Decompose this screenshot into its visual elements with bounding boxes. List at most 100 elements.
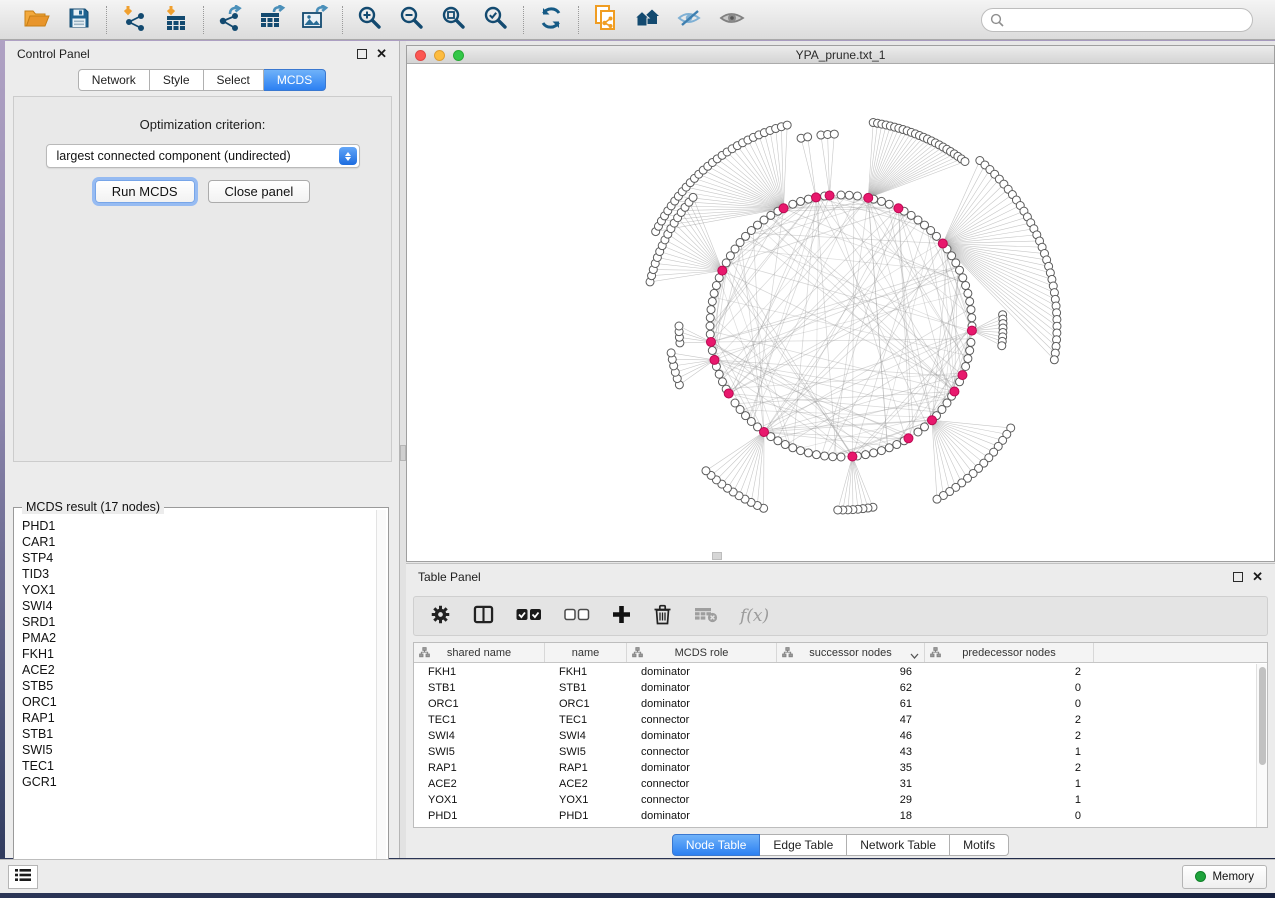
run-mcds-button[interactable]: Run MCDS [95, 180, 195, 203]
task-history-button[interactable] [8, 865, 38, 889]
mcds-result-item[interactable]: STP4 [16, 550, 376, 566]
cell-name: YOX1 [545, 792, 627, 808]
cell-filler [1094, 744, 1256, 760]
zoom-in-button[interactable] [356, 6, 384, 34]
mcds-result-item[interactable]: ORC1 [16, 694, 376, 710]
hierarchy-icon [632, 647, 643, 661]
mcds-result-item[interactable]: ACE2 [16, 662, 376, 678]
tab-network[interactable]: Network [78, 69, 150, 91]
cell-filler [1094, 728, 1256, 744]
tab-select[interactable]: Select [204, 69, 264, 91]
column-header-predecessor-nodes[interactable]: predecessor nodes [925, 643, 1094, 662]
close-panel-button[interactable]: Close panel [208, 180, 311, 203]
mcds-result-item[interactable]: SWI5 [16, 742, 376, 758]
mcds-result-item[interactable]: PMA2 [16, 630, 376, 646]
select-all-button[interactable] [516, 608, 542, 624]
close-window-icon[interactable] [415, 50, 426, 61]
mcds-result-item[interactable]: FKH1 [16, 646, 376, 662]
mcds-result-item[interactable]: CAR1 [16, 534, 376, 550]
mcds-result-item[interactable]: SWI4 [16, 598, 376, 614]
cell-filler [1094, 696, 1256, 712]
export-image-button[interactable] [301, 6, 329, 34]
import-network-button[interactable] [120, 6, 148, 34]
clone-network-button[interactable] [592, 6, 620, 34]
close-panel-icon[interactable]: ✕ [376, 49, 387, 59]
memory-status-icon [1195, 871, 1206, 882]
tab-style[interactable]: Style [150, 69, 204, 91]
delete-table-button[interactable] [694, 606, 718, 626]
table-mode-button[interactable] [430, 604, 451, 628]
close-panel-icon[interactable]: ✕ [1252, 572, 1263, 582]
tab-mcds[interactable]: MCDS [264, 69, 326, 91]
table-row[interactable]: RAP1RAP1dominator352 [414, 760, 1256, 776]
cell-shared-name: TEC1 [414, 712, 545, 728]
mcds-result-item[interactable]: STB1 [16, 726, 376, 742]
table-row[interactable]: YOX1YOX1connector291 [414, 792, 1256, 808]
export-table-button[interactable] [259, 6, 287, 34]
tab-edge-table[interactable]: Edge Table [760, 834, 847, 856]
open-session-button[interactable] [23, 6, 51, 34]
horizontal-splitter-handle[interactable] [712, 552, 722, 560]
table-row[interactable]: SWI4SWI4dominator462 [414, 728, 1256, 744]
table-row[interactable]: TEC1TEC1connector472 [414, 712, 1256, 728]
cell-MCDS-role: dominator [627, 760, 777, 776]
column-header-MCDS-role[interactable]: MCDS role [627, 643, 777, 662]
memory-label: Memory [1212, 871, 1254, 883]
mcds-result-item[interactable]: STB5 [16, 678, 376, 694]
mcds-result-item[interactable]: TID3 [16, 566, 376, 582]
tab-network-table[interactable]: Network Table [847, 834, 950, 856]
mcds-result-list[interactable]: PHD1CAR1STP4TID3YOX1SWI4SRD1PMA2FKH1ACE2… [16, 518, 376, 876]
refresh-view-button[interactable] [537, 6, 565, 34]
export-network-button[interactable] [217, 6, 245, 34]
column-header-name[interactable]: name [545, 643, 627, 662]
show-column-button[interactable] [473, 605, 494, 627]
hierarchy-icon [782, 647, 793, 661]
save-session-button[interactable] [65, 6, 93, 34]
mcds-result-item[interactable]: TEC1 [16, 758, 376, 774]
column-header-successor-nodes[interactable]: successor nodes [777, 643, 925, 662]
table-row[interactable]: FKH1FKH1dominator962 [414, 664, 1256, 680]
float-panel-icon[interactable] [1233, 572, 1243, 582]
tab-motifs[interactable]: Motifs [950, 834, 1009, 856]
table-row[interactable]: PHD1PHD1dominator180 [414, 808, 1256, 824]
cell-filler [1094, 712, 1256, 728]
add-column-button[interactable] [612, 605, 631, 627]
zoom-selected-button[interactable] [482, 6, 510, 34]
zoom-out-button[interactable] [398, 6, 426, 34]
show-all-button[interactable] [718, 6, 746, 34]
cell-name: ACE2 [545, 776, 627, 792]
mcds-result-item[interactable]: SRD1 [16, 614, 376, 630]
mcds-result-item[interactable]: RAP1 [16, 710, 376, 726]
zoom-fit-button[interactable] [440, 6, 468, 34]
mcds-list-scrollbar[interactable] [376, 510, 386, 876]
network-view-canvas[interactable] [407, 64, 1274, 561]
gear-icon [430, 604, 451, 628]
cell-name: SWI4 [545, 728, 627, 744]
table-row[interactable]: ACE2ACE2connector311 [414, 776, 1256, 792]
optimization-criterion-select[interactable]: largest connected component (undirected) [46, 144, 360, 168]
mcds-result-item[interactable]: YOX1 [16, 582, 376, 598]
table-row[interactable]: SWI5SWI5connector431 [414, 744, 1256, 760]
search-input[interactable] [981, 8, 1253, 32]
float-panel-icon[interactable] [357, 49, 367, 59]
tab-node-table[interactable]: Node Table [672, 834, 761, 856]
table-scrollbar[interactable] [1256, 664, 1267, 827]
first-neighbors-button[interactable] [634, 6, 662, 34]
minimize-window-icon[interactable] [434, 50, 445, 61]
mcds-result-item[interactable]: GCR1 [16, 774, 376, 790]
import-table-button[interactable] [162, 6, 190, 34]
table-row[interactable]: STB1STB1dominator620 [414, 680, 1256, 696]
table-scrollbar-thumb[interactable] [1259, 667, 1266, 765]
memory-button[interactable]: Memory [1182, 865, 1267, 889]
deselect-all-button[interactable] [564, 608, 590, 624]
hide-selected-button[interactable] [676, 6, 704, 34]
network-window-titlebar[interactable]: YPA_prune.txt_1 [407, 46, 1274, 64]
column-header-shared-name[interactable]: shared name [414, 643, 545, 662]
mcds-result-item[interactable]: PHD1 [16, 518, 376, 534]
table-row[interactable]: ORC1ORC1dominator610 [414, 696, 1256, 712]
function-builder-button[interactable]: f(x) [740, 606, 769, 626]
maximize-window-icon[interactable] [453, 50, 464, 61]
cell-successor-nodes: 46 [777, 728, 925, 744]
delete-column-button[interactable] [653, 604, 672, 628]
cell-shared-name: PHD1 [414, 808, 545, 824]
